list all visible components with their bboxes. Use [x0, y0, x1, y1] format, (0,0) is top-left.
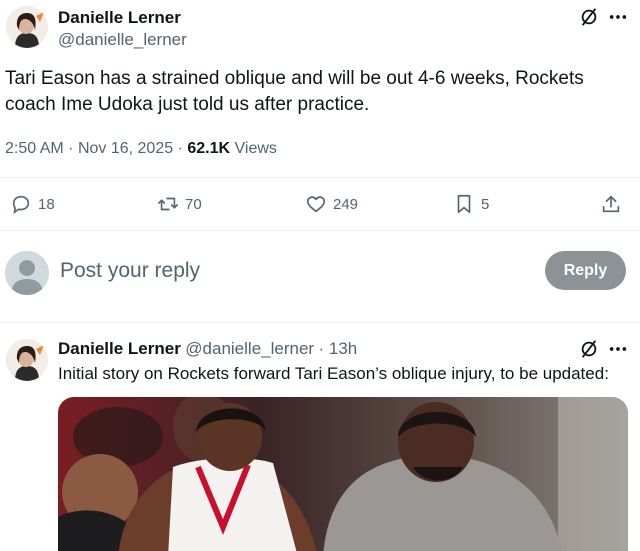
- like-icon: [306, 196, 326, 213]
- author-avatar[interactable]: [6, 6, 48, 48]
- reply-button[interactable]: Reply: [545, 251, 626, 290]
- reply-author-name[interactable]: Danielle Lerner: [58, 339, 181, 358]
- reply-input[interactable]: Post your reply: [60, 259, 200, 283]
- views-label: Views: [234, 140, 277, 157]
- author-name[interactable]: Danielle Lerner: [58, 8, 181, 28]
- bookmark-icon: [457, 194, 471, 214]
- reply-count: 18: [38, 195, 55, 213]
- more-icon[interactable]: [606, 338, 630, 360]
- divider: [0, 230, 640, 231]
- like-count: 249: [333, 195, 359, 213]
- no-sign-icon[interactable]: [578, 338, 600, 360]
- reply-action[interactable]: 18: [10, 192, 55, 216]
- reply-author-handle[interactable]: @danielle_lerner: [185, 339, 314, 358]
- no-sign-icon[interactable]: [578, 6, 600, 28]
- reply-time[interactable]: · 13h: [319, 339, 358, 358]
- meta-separator: ·: [68, 140, 74, 157]
- author-handle[interactable]: @danielle_lerner: [58, 30, 187, 50]
- reply-author-avatar[interactable]: [6, 339, 48, 381]
- post-meta: 2:50 AM · Nov 16, 2025 · 62.1K Views: [5, 140, 277, 158]
- repost-icon: [158, 197, 178, 211]
- share-icon: [602, 195, 620, 213]
- repost-count: 70: [185, 195, 202, 213]
- repost-action[interactable]: 70: [157, 192, 202, 216]
- meta-separator: ·: [177, 140, 183, 157]
- divider: [0, 322, 640, 323]
- bookmark-count: 5: [481, 195, 490, 213]
- reply-text: Initial story on Rockets forward Tari Ea…: [58, 364, 609, 383]
- post-media-image[interactable]: [58, 397, 628, 551]
- reply-header: Danielle Lerner @danielle_lerner · 13h: [58, 339, 357, 359]
- divider: [0, 177, 640, 178]
- like-action[interactable]: 249: [305, 192, 358, 216]
- post-time[interactable]: 2:50 AM: [5, 140, 64, 157]
- share-action[interactable]: [600, 192, 622, 216]
- more-icon[interactable]: [606, 6, 630, 28]
- post-text: Tari Eason has a strained oblique and wi…: [5, 68, 584, 115]
- views-count: 62.1K: [187, 140, 231, 157]
- bookmark-action[interactable]: 5: [453, 192, 489, 216]
- user-avatar-icon[interactable]: [5, 251, 49, 295]
- reply-icon: [12, 195, 30, 215]
- post-date[interactable]: Nov 16, 2025: [78, 140, 173, 157]
